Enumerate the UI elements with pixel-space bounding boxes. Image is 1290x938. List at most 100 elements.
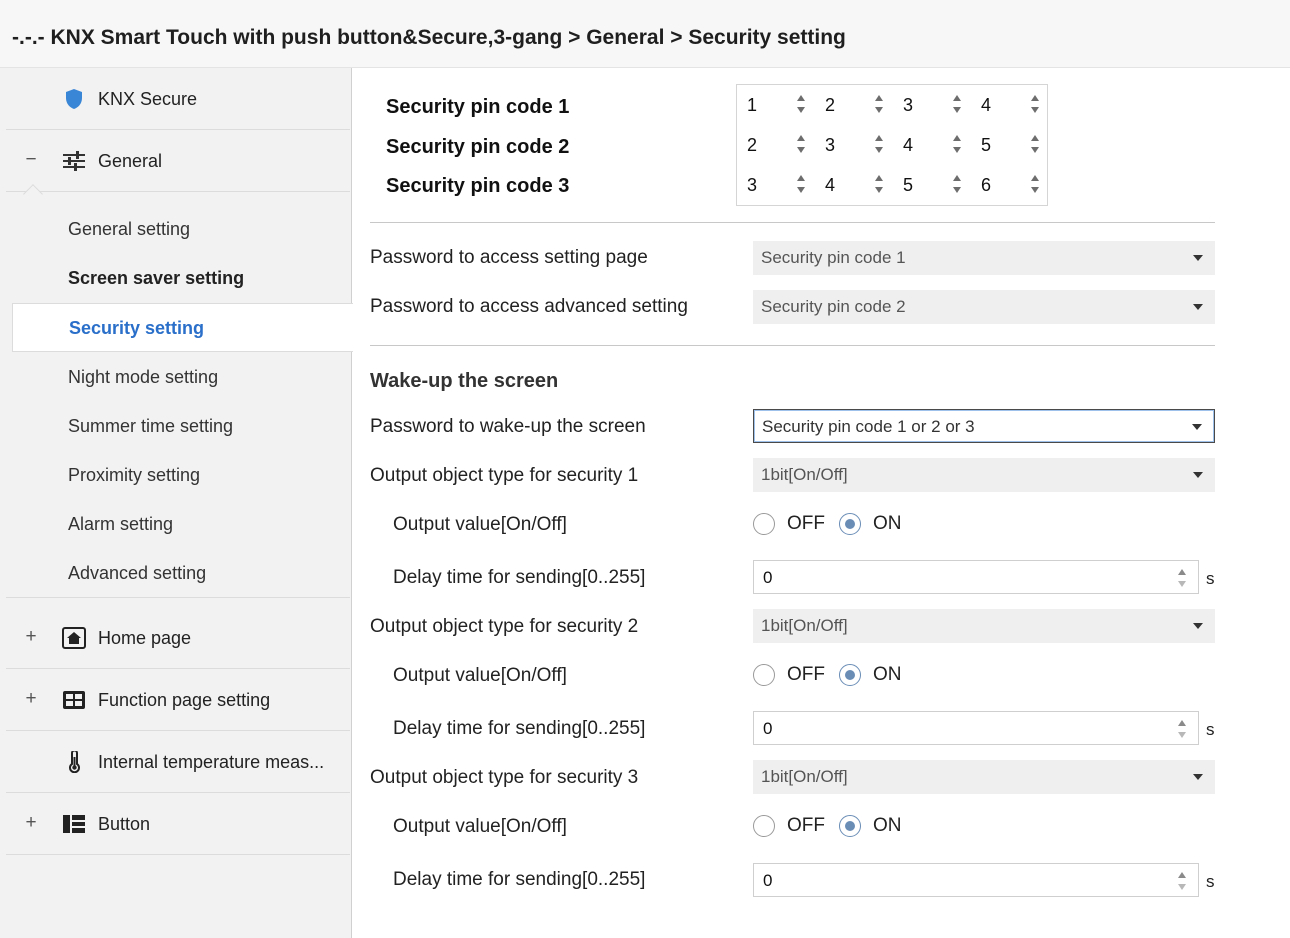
output-type-1-label: Output object type for security 1 xyxy=(370,465,639,486)
output-value-1-radio-group: OFF ON xyxy=(753,509,953,539)
sidebar-item-general[interactable]: − General xyxy=(6,130,350,204)
radio-off[interactable] xyxy=(753,815,775,837)
sidebar-item-label: Summer time setting xyxy=(68,416,234,436)
spinner-arrows-icon[interactable] xyxy=(797,93,807,115)
pin-digit-stepper[interactable]: 6 xyxy=(971,165,1049,205)
unit-label: s xyxy=(1206,720,1215,739)
collapse-toggle[interactable]: − xyxy=(24,149,38,171)
sidebar-item-home-page[interactable]: + Home page xyxy=(6,607,350,669)
sidebar-item-button[interactable]: + Button xyxy=(6,793,350,855)
select-value: Security pin code 2 xyxy=(761,297,906,316)
divider xyxy=(370,222,1215,223)
button-panel-icon xyxy=(63,815,85,833)
spinner-arrows-icon[interactable] xyxy=(1178,870,1188,892)
pin-digit-stepper[interactable]: 4 xyxy=(815,165,893,205)
divider xyxy=(370,345,1215,346)
shield-icon xyxy=(66,89,82,109)
pin-digit-stepper[interactable]: 2 xyxy=(737,125,815,165)
access-setting-page-select[interactable]: Security pin code 1 xyxy=(753,241,1215,275)
pin-digit-stepper[interactable]: 2 xyxy=(815,85,893,125)
sidebar: KNX Secure − General General setting Scr… xyxy=(0,68,353,938)
pin-code-1-label: Security pin code 1 xyxy=(386,96,570,118)
output-value-1-label: Output value[On/Off] xyxy=(393,514,567,535)
input-value: 0 xyxy=(763,871,773,890)
pin-digit-stepper[interactable]: 4 xyxy=(971,85,1049,125)
settings-panel: Security pin code 1 Security pin code 2 … xyxy=(353,68,1290,938)
radio-on-label: ON xyxy=(873,815,902,836)
delay-2-input[interactable]: 0 xyxy=(753,711,1199,745)
delay-3-input[interactable]: 0 xyxy=(753,863,1199,897)
pin-digit-stepper[interactable]: 5 xyxy=(971,125,1049,165)
sidebar-item-general-setting[interactable]: General setting xyxy=(0,205,352,254)
sidebar-item-proximity-setting[interactable]: Proximity setting xyxy=(0,451,352,500)
radio-on[interactable] xyxy=(839,513,861,535)
radio-off[interactable] xyxy=(753,664,775,686)
sidebar-item-label: Advanced setting xyxy=(68,563,207,583)
sidebar-item-security-setting[interactable]: Security setting xyxy=(12,303,353,352)
spinner-arrows-icon[interactable] xyxy=(875,133,885,155)
spinner-arrows-icon[interactable] xyxy=(875,93,885,115)
spinner-arrows-icon[interactable] xyxy=(953,173,963,195)
chevron-down-icon xyxy=(1193,623,1203,629)
output-value-2-radio-group: OFF ON xyxy=(753,660,953,690)
sidebar-item-label: Screen saver setting xyxy=(68,268,245,288)
spinner-arrows-icon[interactable] xyxy=(953,133,963,155)
spinner-arrows-icon[interactable] xyxy=(797,173,807,195)
pin-digit-stepper[interactable]: 5 xyxy=(893,165,971,205)
radio-on[interactable] xyxy=(839,815,861,837)
sidebar-item-knx-secure[interactable]: KNX Secure xyxy=(6,68,350,130)
spinner-arrows-icon[interactable] xyxy=(1178,718,1188,740)
output-type-1-select[interactable]: 1bit[On/Off] xyxy=(753,458,1215,492)
expand-toggle[interactable]: + xyxy=(24,626,38,648)
select-value: 1bit[On/Off] xyxy=(761,465,848,484)
pin-digit-value: 6 xyxy=(981,175,992,195)
delay-2-label: Delay time for sending[0..255] xyxy=(393,718,646,739)
output-type-2-select[interactable]: 1bit[On/Off] xyxy=(753,609,1215,643)
header-bar: -.-.- KNX Smart Touch with push button&S… xyxy=(0,0,1290,68)
output-type-3-select[interactable]: 1bit[On/Off] xyxy=(753,760,1215,794)
sidebar-item-label: Button xyxy=(98,814,151,834)
pin-digit-stepper[interactable]: 3 xyxy=(737,165,815,205)
pin-digit-stepper[interactable]: 3 xyxy=(815,125,893,165)
pin-digit-value: 5 xyxy=(981,135,992,155)
spinner-arrows-icon[interactable] xyxy=(1031,93,1041,115)
spinner-arrows-icon[interactable] xyxy=(1031,133,1041,155)
pin-digit-value: 3 xyxy=(747,175,758,195)
sidebar-item-summer-time-setting[interactable]: Summer time setting xyxy=(0,402,352,451)
radio-off[interactable] xyxy=(753,513,775,535)
pin-digit-stepper[interactable]: 3 xyxy=(893,85,971,125)
sidebar-item-advanced-setting[interactable]: Advanced setting xyxy=(6,549,350,598)
delay-1-input[interactable]: 0 xyxy=(753,560,1199,594)
chevron-down-icon xyxy=(1193,774,1203,780)
sidebar-item-alarm-setting[interactable]: Alarm setting xyxy=(0,500,352,549)
sidebar-item-night-mode-setting[interactable]: Night mode setting xyxy=(0,353,352,402)
sidebar-item-label: Proximity setting xyxy=(68,465,201,485)
spinner-arrows-icon[interactable] xyxy=(875,173,885,195)
spinner-arrows-icon[interactable] xyxy=(1031,173,1041,195)
chevron-down-icon xyxy=(1193,472,1203,478)
wakeup-password-select[interactable]: Security pin code 1 or 2 or 3 xyxy=(753,409,1215,443)
chevron-down-icon xyxy=(1193,304,1203,310)
sidebar-item-internal-temperature[interactable]: Internal temperature meas... xyxy=(6,731,350,793)
sidebar-item-label: Alarm setting xyxy=(68,514,174,534)
access-advanced-select[interactable]: Security pin code 2 xyxy=(753,290,1215,324)
spinner-arrows-icon[interactable] xyxy=(953,93,963,115)
expand-toggle[interactable]: + xyxy=(24,812,38,834)
radio-off-label: OFF xyxy=(787,513,825,534)
select-value: Security pin code 1 xyxy=(761,248,906,267)
output-type-2-label: Output object type for security 2 xyxy=(370,616,639,637)
pin-digit-stepper[interactable]: 4 xyxy=(893,125,971,165)
output-type-3-label: Output object type for security 3 xyxy=(370,767,639,788)
access-setting-page-label: Password to access setting page xyxy=(370,247,648,268)
sidebar-item-function-page-setting[interactable]: + Function page setting xyxy=(6,669,350,731)
output-value-3-radio-group: OFF ON xyxy=(753,811,953,841)
expand-toggle[interactable]: + xyxy=(24,688,38,710)
sidebar-item-screen-saver-setting[interactable]: Screen saver setting xyxy=(0,254,352,303)
sidebar-item-label: General setting xyxy=(68,219,191,239)
pin-digit-stepper[interactable]: 1 xyxy=(737,85,815,125)
sidebar-item-label: Function page setting xyxy=(98,690,271,710)
radio-on[interactable] xyxy=(839,664,861,686)
spinner-arrows-icon[interactable] xyxy=(797,133,807,155)
spinner-arrows-icon[interactable] xyxy=(1178,567,1188,589)
pin-digit-value: 4 xyxy=(981,95,992,115)
